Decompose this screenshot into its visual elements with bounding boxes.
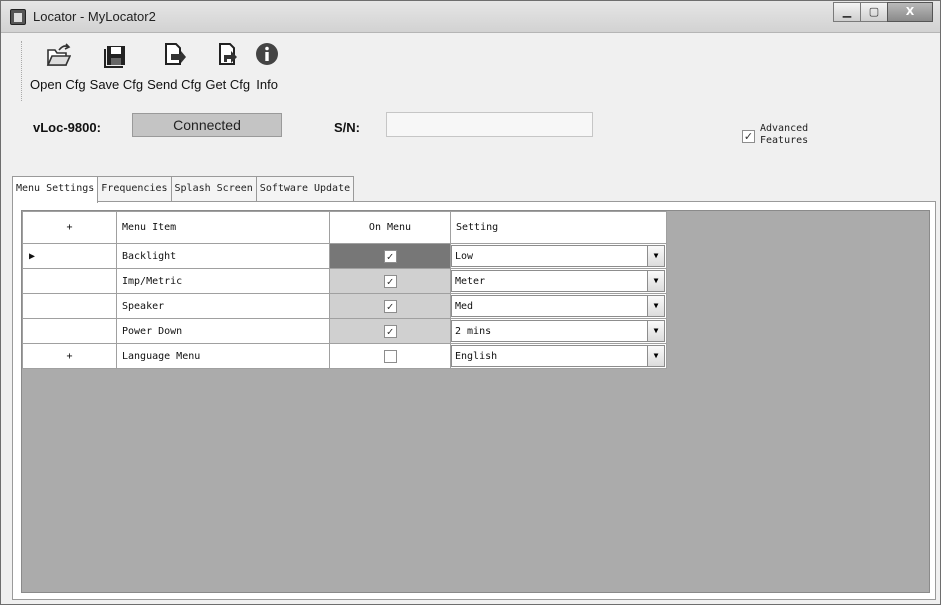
serial-number-field[interactable]	[386, 112, 593, 137]
setting-value: 2 mins	[455, 325, 492, 337]
dropdown-arrow-icon[interactable]: ▼	[647, 296, 664, 316]
menu-item-header: Menu Item	[116, 211, 330, 244]
open-folder-icon	[46, 43, 71, 66]
maximize-button[interactable]: ▢	[860, 2, 888, 22]
tab-splash-screen[interactable]: Splash Screen	[170, 176, 257, 202]
advanced-features-checkbox[interactable]: ✓	[742, 130, 755, 143]
send-cfg-button[interactable]: Send Cfg	[147, 41, 201, 101]
row-selector-icon[interactable]	[22, 293, 117, 319]
on-menu-checkbox[interactable]: ✓	[383, 324, 397, 338]
tab-software-update[interactable]: Software Update	[255, 176, 355, 202]
on-menu-header: On Menu	[329, 211, 451, 244]
minimize-button[interactable]: ▁	[833, 2, 861, 22]
table-row[interactable]: + Language Menu English ▼	[22, 343, 667, 369]
setting-dropdown[interactable]: Meter ▼	[451, 270, 665, 292]
tab-menu-settings[interactable]: Menu Settings	[12, 176, 99, 203]
setting-value: Meter	[455, 275, 486, 287]
menu-item-name: Language Menu	[116, 343, 330, 369]
dropdown-arrow-icon[interactable]: ▼	[647, 321, 664, 341]
menu-item-name: Backlight	[116, 243, 330, 269]
send-document-icon	[165, 43, 187, 65]
save-cfg-button[interactable]: Save Cfg	[90, 41, 143, 101]
serial-number-label: S/N:	[334, 120, 360, 135]
dropdown-arrow-icon[interactable]: ▼	[647, 246, 664, 266]
setting-cell[interactable]: Low ▼	[450, 243, 667, 269]
table-row[interactable]: Imp/Metric ✓ Meter ▼	[22, 268, 667, 294]
on-menu-cell[interactable]: ✓	[329, 268, 451, 294]
table-row[interactable]: Power Down ✓ 2 mins ▼	[22, 318, 667, 344]
advanced-features-label: Advanced Features	[760, 123, 809, 146]
setting-dropdown[interactable]: Low ▼	[451, 245, 665, 267]
title-bar[interactable]: Locator - MyLocator2 ▁ ▢ X	[1, 1, 940, 33]
setting-value: English	[455, 350, 498, 362]
window-controls: ▁ ▢ X	[833, 2, 933, 22]
table-header-row: + Menu Item On Menu Setting	[22, 211, 667, 244]
device-model-label: vLoc-9800:	[33, 120, 101, 135]
connection-status: Connected	[132, 113, 282, 137]
menu-items-table: + Menu Item On Menu Setting ▶ Backlight …	[22, 211, 667, 369]
dropdown-arrow-icon[interactable]: ▼	[647, 346, 664, 366]
setting-value: Low	[455, 250, 474, 262]
dropdown-arrow-icon[interactable]: ▼	[647, 271, 664, 291]
info-icon	[256, 43, 279, 65]
on-menu-checkbox[interactable]: ✓	[383, 249, 397, 263]
on-menu-checkbox[interactable]: ✓	[383, 299, 397, 313]
table-row[interactable]: ▶ Backlight ✓ Low ▼	[22, 243, 667, 269]
get-cfg-button[interactable]: Get Cfg	[205, 41, 250, 101]
setting-dropdown[interactable]: 2 mins ▼	[451, 320, 665, 342]
save-cfg-label: Save Cfg	[89, 77, 144, 92]
menu-settings-panel: + Menu Item On Menu Setting ▶ Backlight …	[12, 201, 936, 600]
app-window: Locator - MyLocator2 ▁ ▢ X Open Cfg Save…	[0, 0, 941, 605]
row-selector-icon[interactable]: ▶	[22, 243, 117, 269]
menu-item-name: Imp/Metric	[116, 268, 330, 294]
menu-item-name: Speaker	[116, 293, 330, 319]
toolbar: Open Cfg Save Cfg Send Cfg Get Cfg Info	[21, 41, 284, 101]
setting-value: Med	[455, 300, 474, 312]
on-menu-cell[interactable]: ✓	[329, 243, 451, 269]
app-icon	[10, 9, 26, 25]
advanced-features-option[interactable]: ✓ Advanced Features	[742, 123, 808, 147]
info-button[interactable]: Info	[254, 41, 280, 101]
close-button[interactable]: X	[887, 2, 933, 22]
setting-dropdown[interactable]: English ▼	[451, 345, 665, 367]
save-icon	[104, 46, 126, 68]
expand-row-icon[interactable]: +	[22, 343, 117, 369]
setting-cell[interactable]: 2 mins ▼	[450, 318, 667, 344]
get-document-icon	[218, 43, 237, 65]
on-menu-checkbox[interactable]: ✓	[383, 274, 397, 288]
open-cfg-button[interactable]: Open Cfg	[30, 41, 86, 101]
on-menu-cell[interactable]: ✓	[329, 293, 451, 319]
menu-settings-grid: + Menu Item On Menu Setting ▶ Backlight …	[21, 210, 930, 593]
window-title: Locator - MyLocator2	[33, 9, 156, 24]
on-menu-cell[interactable]: ✓	[329, 318, 451, 344]
setting-header: Setting	[450, 211, 667, 244]
table-row[interactable]: Speaker ✓ Med ▼	[22, 293, 667, 319]
info-label: Info	[256, 77, 278, 92]
tab-strip: Menu Settings Frequencies Splash Screen …	[12, 176, 355, 203]
menu-item-name: Power Down	[116, 318, 330, 344]
expand-all-header[interactable]: +	[22, 211, 117, 244]
on-menu-checkbox[interactable]	[383, 349, 397, 363]
open-cfg-label: Open Cfg	[30, 77, 86, 92]
setting-cell[interactable]: English ▼	[450, 343, 667, 369]
setting-dropdown[interactable]: Med ▼	[451, 295, 665, 317]
setting-cell[interactable]: Med ▼	[450, 293, 667, 319]
tab-frequencies[interactable]: Frequencies	[97, 176, 172, 202]
get-cfg-label: Get Cfg	[205, 77, 251, 92]
on-menu-cell[interactable]	[329, 343, 451, 369]
row-selector-icon[interactable]	[22, 268, 117, 294]
row-selector-icon[interactable]	[22, 318, 117, 344]
setting-cell[interactable]: Meter ▼	[450, 268, 667, 294]
send-cfg-label: Send Cfg	[147, 77, 202, 92]
